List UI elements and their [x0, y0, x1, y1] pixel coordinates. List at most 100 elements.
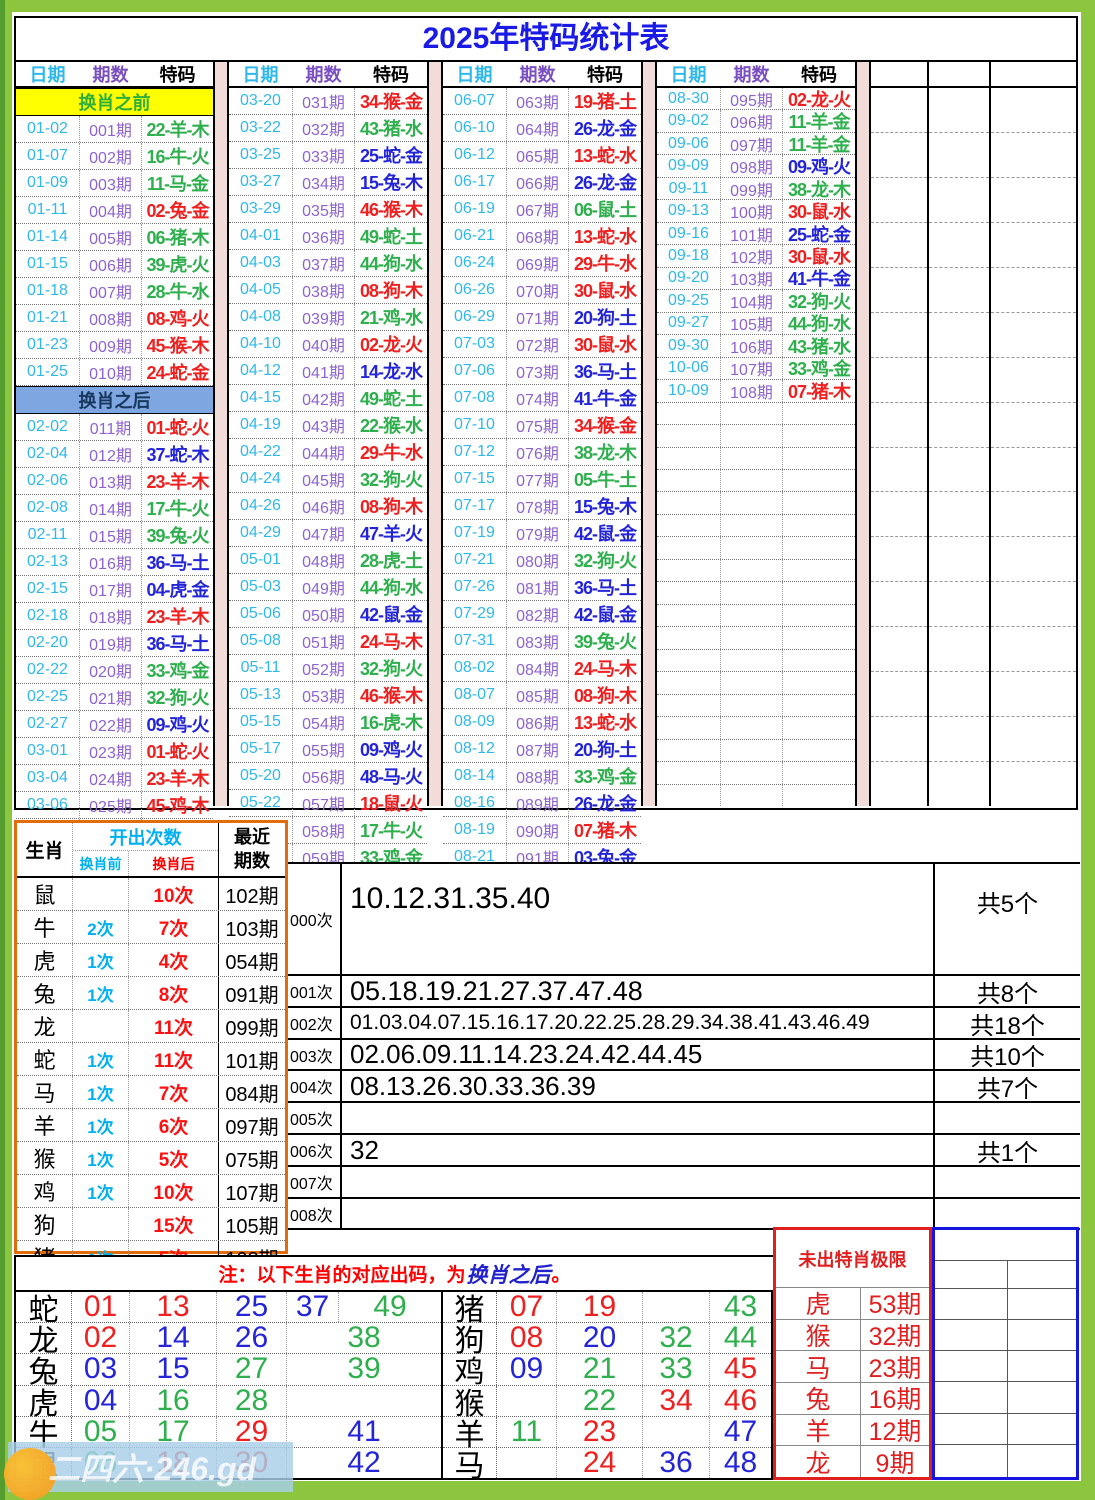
draw-date: 09-06 — [668, 134, 709, 152]
map-number: 38 — [347, 1321, 381, 1355]
limit-zodiac: 马 — [776, 1351, 861, 1383]
map-number: 20 — [557, 1321, 643, 1354]
draw-row: 04-05 038期 08-狗-木 — [229, 277, 427, 304]
draw-row: 04-29 047期 47-羊-火 — [229, 520, 427, 547]
draw-code: 38-龙-木 — [573, 443, 637, 463]
empty-cell — [871, 582, 927, 628]
group-header: 日期 期数 特码 — [443, 62, 641, 88]
draw-row: 06-07 063期 19-猪-土 — [443, 88, 641, 115]
frequency-numbers: 10.12.31.35.40 — [342, 864, 935, 974]
stats-before-count — [73, 1010, 129, 1042]
draw-date: 05-13 — [240, 686, 281, 703]
draw-period: 074期 — [506, 385, 569, 411]
stats-after-count: 11次 — [129, 1010, 219, 1042]
draw-period: 031期 — [292, 88, 355, 114]
draw-date — [657, 740, 720, 761]
map-number — [287, 1386, 441, 1416]
draw-period: 038期 — [292, 277, 355, 303]
draw-row: 07-06 073期 36-马-土 — [443, 358, 641, 385]
frequency-row: 005次 — [288, 1103, 1080, 1135]
draw-code: 36-马-土 — [146, 634, 209, 654]
map-row: 蛇 01 13 25 37 49 — [16, 1290, 441, 1327]
draw-period: 056期 — [292, 763, 355, 789]
stats-after-count: 4次 — [129, 944, 219, 976]
draw-row — [657, 784, 855, 806]
empty-column-header — [871, 62, 927, 88]
draw-code: 18-鼠-火 — [359, 794, 423, 814]
draw-date — [657, 560, 720, 581]
draw-row: 03-04 024期 23-羊-木 — [16, 765, 213, 792]
draw-row: 04-03 037期 44-狗-水 — [229, 250, 427, 277]
draw-date: 09-27 — [668, 314, 709, 332]
draw-period: 063期 — [506, 88, 569, 114]
draw-code: 49-蛇-土 — [359, 389, 423, 409]
draw-date — [657, 492, 720, 513]
draw-row: 02-20 019期 36-马-土 — [16, 630, 213, 657]
frequency-row: 004次 08.13.26.30.33.36.39 共7个 — [288, 1071, 1080, 1103]
draw-code: 09-鸡-火 — [787, 157, 851, 177]
draw-period: 015期 — [79, 522, 142, 548]
empty-cell — [991, 313, 1076, 358]
draw-period — [720, 469, 783, 492]
draw-date: 02-18 — [27, 607, 68, 624]
draw-code: 11-羊-金 — [788, 112, 850, 132]
draw-date: 01-09 — [27, 174, 68, 191]
draw-period: 052期 — [292, 655, 355, 681]
draw-code — [783, 582, 855, 603]
empty-cell — [929, 448, 989, 493]
draw-period: 081期 — [506, 574, 569, 600]
section-header: 换肖之前 — [16, 88, 213, 116]
limit-periods: 9期 — [875, 1449, 915, 1478]
draw-date: 06-07 — [454, 92, 495, 109]
stats-zodiac: 狗 — [17, 1208, 73, 1240]
draw-row: 02-18 018期 23-羊-木 — [16, 603, 213, 630]
draw-code: 24-蛇-金 — [146, 363, 209, 383]
stats-after-count: 8次 — [129, 977, 219, 1009]
draws-grid: 日期 期数 特码 换肖之前 01-02 001期 22-羊-木 01-07 002期 16-牛-火… — [16, 60, 1076, 953]
frequency-row: 002次 01.03.04.07.15.16.17.20.22.25.28.29.… — [288, 1008, 1080, 1040]
draw-code: 19-猪-土 — [573, 92, 637, 112]
draw-date: 01-25 — [27, 363, 68, 380]
blue-box-gridline — [935, 1381, 1076, 1382]
draw-code: 37-蛇-木 — [146, 445, 209, 465]
draw-period: 065期 — [506, 142, 569, 168]
map-number: 22 — [557, 1384, 643, 1417]
draw-row: 04-08 039期 21-鸡-水 — [229, 304, 427, 331]
draw-code: 47-羊-火 — [359, 524, 423, 544]
draw-period: 034期 — [292, 169, 355, 195]
draw-code: 06-猪-木 — [146, 228, 209, 248]
empty-cell — [991, 178, 1076, 223]
group-separator — [429, 62, 443, 806]
draw-code: 39-虎-火 — [146, 255, 209, 275]
draw-row: 02-08 014期 17-牛-火 — [16, 495, 213, 522]
draw-date: 03-04 — [27, 769, 68, 786]
draw-row: 05-03 049期 44-狗-水 — [229, 574, 427, 601]
draw-date: 06-29 — [454, 308, 495, 325]
map-number: 42 — [347, 1445, 381, 1479]
draw-period: 058期 — [292, 817, 355, 843]
draw-code: 42-鼠-金 — [359, 605, 423, 625]
draw-row: 07-19 079期 42-鼠-金 — [443, 520, 641, 547]
draw-period: 080期 — [506, 547, 569, 573]
draw-period: 069期 — [506, 250, 569, 276]
draw-date: 02-22 — [27, 661, 68, 678]
draw-code: 46-猴-木 — [359, 200, 423, 220]
draw-code: 23-羊-木 — [146, 472, 209, 492]
empty-cell — [991, 627, 1076, 673]
map-row: 猴 22 34 46 — [443, 1384, 771, 1421]
empty-column-body — [871, 88, 927, 806]
draw-date: 05-06 — [240, 605, 281, 622]
blue-box-gridline — [935, 1288, 1076, 1289]
draw-code: 41-牛-金 — [573, 389, 637, 409]
draw-code: 17-牛-火 — [146, 499, 209, 519]
draw-row: 02-15 017期 04-虎-金 — [16, 576, 213, 603]
draw-period: 004期 — [79, 197, 142, 223]
limit-periods: 53期 — [868, 1291, 922, 1320]
draw-period: 019期 — [79, 630, 142, 656]
draw-date: 09-09 — [668, 157, 709, 175]
draw-code: 32-狗-火 — [359, 470, 423, 490]
draw-code: 17-牛-火 — [359, 821, 423, 841]
draw-period — [720, 425, 783, 447]
draw-code — [783, 650, 855, 671]
empty-cell — [991, 133, 1076, 178]
